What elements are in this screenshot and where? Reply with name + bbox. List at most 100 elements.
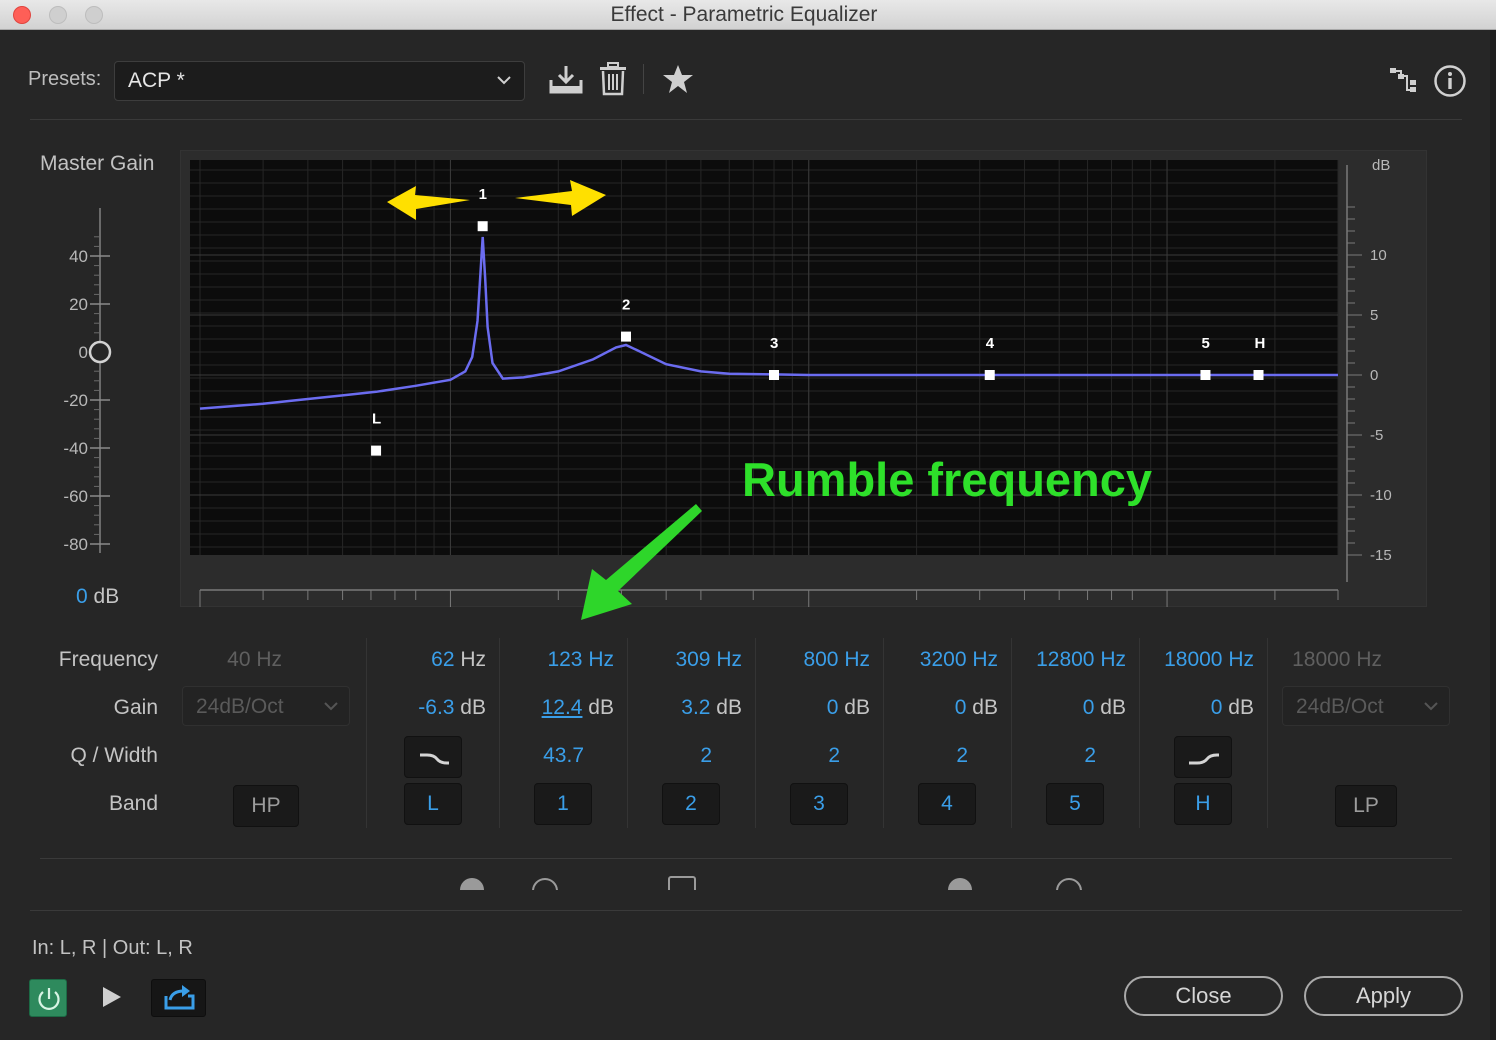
master-gain-tick-label: -60 — [63, 487, 88, 506]
band-5-gain[interactable]: 0 dB — [1016, 696, 1126, 720]
band-3-frequency[interactable]: 800 Hz — [764, 648, 870, 672]
power-toggle-button[interactable] — [29, 979, 67, 1017]
band-l-frequency[interactable]: 62 Hz — [376, 648, 486, 672]
ultra-quiet-checkbox[interactable] — [668, 876, 696, 890]
db-tick-label: -5 — [1370, 427, 1383, 444]
master-gain-tick-label: 20 — [69, 295, 88, 314]
eq-node-4[interactable] — [984, 370, 995, 380]
db-tick-label: -10 — [1370, 487, 1392, 504]
info-icon[interactable] — [1433, 64, 1467, 98]
delete-preset-icon[interactable] — [598, 62, 628, 96]
eq-node-1[interactable] — [477, 221, 488, 232]
hp-slope-value: 24dB/Oct — [196, 695, 284, 718]
eq-node-label: 3 — [770, 335, 778, 352]
close-button[interactable]: Close — [1124, 976, 1283, 1016]
band-4-gain[interactable]: 0 dB — [892, 696, 998, 720]
window-title: Effect - Parametric Equalizer — [610, 3, 878, 26]
loop-icon — [164, 985, 195, 1010]
band-toggle-h[interactable]: H — [1174, 783, 1232, 825]
eq-node-h[interactable] — [1253, 370, 1264, 380]
eq-graph[interactable]: 1050-5-10-15 dB Hz3040506070801002003004… — [180, 150, 1427, 607]
high-shelf-icon — [1189, 753, 1219, 765]
eq-node-label: L — [372, 411, 381, 428]
db-tick-label: 10 — [1370, 247, 1387, 264]
chevron-down-icon — [1424, 702, 1438, 711]
favorite-star-icon[interactable] — [662, 64, 694, 94]
eq-node-2[interactable] — [620, 331, 631, 342]
eq-node-5[interactable] — [1200, 370, 1211, 380]
band-4-frequency[interactable]: 3200 Hz — [892, 648, 998, 672]
low-shelf-icon — [420, 753, 449, 765]
band-toggle-2[interactable]: 2 — [662, 783, 720, 825]
play-icon[interactable] — [100, 985, 124, 1009]
hp-frequency: 40 Hz — [227, 648, 282, 671]
band-3-q[interactable]: 2 — [764, 744, 840, 768]
band-h-gain[interactable]: 0 dB — [1144, 696, 1254, 720]
apply-button[interactable]: Apply — [1304, 976, 1463, 1016]
band-l-gain[interactable]: -6.3 dB — [376, 696, 486, 720]
eq-node-3[interactable] — [769, 370, 780, 380]
master-gain-readout[interactable]: 0 dB — [76, 585, 119, 609]
band-1-frequency[interactable]: 123 Hz — [508, 648, 614, 672]
io-channels-label: In: L, R | Out: L, R — [32, 937, 193, 959]
band-5-q[interactable]: 2 — [1016, 744, 1096, 768]
lp-slope-dropdown[interactable]: 24dB/Oct — [1282, 686, 1450, 726]
radio-width[interactable] — [532, 878, 558, 890]
eq-node-label: 1 — [479, 186, 487, 203]
db-tick-label: 0 — [1370, 367, 1378, 384]
column-separator — [627, 638, 628, 828]
frequency-row-label: Frequency — [58, 648, 158, 671]
band-toggle-lp[interactable]: LP — [1335, 785, 1397, 827]
band-h-frequency[interactable]: 18000 Hz — [1144, 648, 1254, 672]
column-separator — [499, 638, 500, 828]
lp-frequency: 18000 Hz — [1292, 648, 1382, 671]
eq-node-l[interactable] — [371, 445, 382, 456]
band-toggle-hp[interactable]: HP — [233, 785, 299, 827]
column-separator — [366, 638, 367, 828]
band-toggle-l[interactable]: L — [404, 783, 462, 825]
eq-node-label: H — [1255, 335, 1266, 352]
db-tick-label: 5 — [1370, 307, 1378, 324]
chevron-down-icon — [497, 76, 511, 85]
master-gain-slider[interactable]: 40 20 0 -20 -40 -60 -80 — [40, 208, 130, 553]
radio-range-96[interactable] — [1056, 878, 1082, 890]
presets-label: Presets: — [28, 68, 102, 90]
column-separator — [1267, 638, 1268, 828]
band-2-q[interactable]: 2 — [636, 744, 712, 768]
q-width-row-label: Q / Width — [70, 744, 158, 767]
band-2-frequency[interactable]: 309 Hz — [636, 648, 742, 672]
column-separator — [1011, 638, 1012, 828]
footer-separator — [30, 910, 1462, 911]
high-shelf-shape-button[interactable] — [1174, 736, 1232, 778]
band-1-gain[interactable]: 12.4 dB — [508, 696, 614, 720]
loop-toggle-button[interactable] — [151, 979, 206, 1017]
title-bar: Effect - Parametric Equalizer — [0, 0, 1496, 30]
eq-node-label: 4 — [986, 335, 995, 352]
column-separator — [755, 638, 756, 828]
hp-slope-dropdown[interactable]: 24dB/Oct — [182, 686, 350, 726]
master-gain-knob[interactable] — [88, 340, 112, 364]
band-4-q[interactable]: 2 — [892, 744, 968, 768]
band-toggle-1[interactable]: 1 — [534, 783, 592, 825]
toolbar-divider — [643, 64, 644, 94]
band-toggle-5[interactable]: 5 — [1046, 783, 1104, 825]
band-5-frequency[interactable]: 12800 Hz — [1016, 648, 1126, 672]
band-1-q[interactable]: 43.7 — [508, 744, 584, 768]
band-3-gain[interactable]: 0 dB — [764, 696, 870, 720]
band-2-gain[interactable]: 3.2 dB — [636, 696, 742, 720]
radio-range-30[interactable] — [948, 878, 972, 890]
low-shelf-shape-button[interactable] — [404, 736, 462, 778]
band-toggle-4[interactable]: 4 — [918, 783, 976, 825]
presets-value: ACP * — [128, 69, 185, 92]
presets-dropdown[interactable]: ACP * — [114, 61, 525, 101]
master-gain-tick-label: -40 — [63, 439, 88, 458]
master-gain-tick-label: 0 — [79, 343, 88, 362]
save-preset-icon[interactable] — [548, 64, 584, 96]
master-gain-label: Master Gain — [40, 152, 155, 175]
band-toggle-3[interactable]: 3 — [790, 783, 848, 825]
effect-window: Presets: ACP * Master Gain 40 20 0 -20 -40 -6… — [0, 30, 1490, 1040]
radio-q[interactable] — [460, 878, 484, 890]
toolbar-separator — [30, 119, 1462, 120]
routing-icon[interactable] — [1388, 66, 1418, 94]
eq-node-label: 5 — [1201, 335, 1209, 352]
